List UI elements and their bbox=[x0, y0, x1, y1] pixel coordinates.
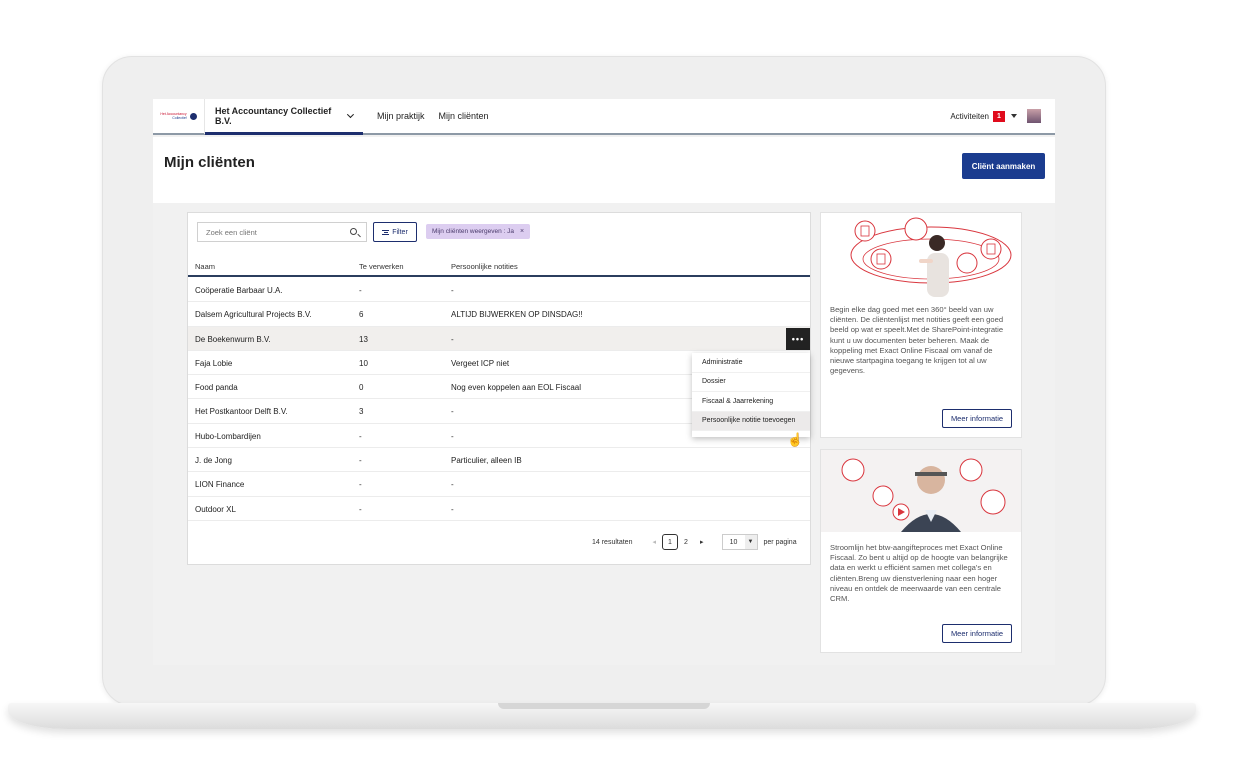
per-page-select[interactable]: 10 ▼ bbox=[721, 534, 758, 550]
pagination: 14 resultaten ◂ 1 2 ▸ 10 ▼ per pagina bbox=[592, 534, 797, 550]
client-todo-count: - bbox=[359, 456, 362, 466]
caret-down-icon bbox=[1011, 114, 1017, 118]
table-row[interactable]: Dalsem Agricultural Projects B.V. 6 ALTI… bbox=[188, 302, 810, 327]
page-title-strong: cliënten bbox=[198, 154, 255, 171]
table-row[interactable]: Coöperatie Barbaar U.A. - - bbox=[188, 278, 810, 303]
page-2-button[interactable]: 2 bbox=[678, 534, 694, 550]
client-name[interactable]: Outdoor XL bbox=[195, 505, 236, 514]
client-name[interactable]: Food panda bbox=[195, 383, 238, 392]
promo-clientlist-text: Begin elke dag goed met een 360° beeld v… bbox=[830, 305, 1004, 376]
nav-mijn-clienten[interactable]: Mijn cliënten bbox=[439, 111, 489, 121]
activities-menu[interactable]: Activiteiten 1 bbox=[950, 109, 1041, 123]
logo-line-2: Collectief bbox=[172, 116, 187, 120]
client-note: Particulier, alleen IB bbox=[451, 456, 522, 466]
page-title-prefix: Mijn bbox=[164, 154, 199, 171]
client-name[interactable]: J. de Jong bbox=[195, 456, 232, 465]
filter-icon bbox=[382, 229, 390, 235]
client-name[interactable]: Dalsem Agricultural Projects B.V. bbox=[195, 310, 312, 319]
client-todo-count: 13 bbox=[359, 334, 368, 344]
menu-item-fiscaal-jaarrekening[interactable]: Fiscaal & Jaarrekening bbox=[692, 392, 810, 412]
page-header: Mijn cliënten Cliënt aanmaken bbox=[153, 137, 1055, 203]
client-name[interactable]: Coöperatie Barbaar U.A. bbox=[195, 286, 283, 295]
table-row[interactable]: LION Finance - - bbox=[188, 472, 810, 497]
client-note: Vergeet ICP niet bbox=[451, 358, 510, 368]
company-logo[interactable]: Het Accountancy Collectief bbox=[153, 99, 205, 134]
client-todo-count: - bbox=[359, 286, 362, 295]
nav-mijn-praktijk[interactable]: Mijn praktijk bbox=[377, 111, 425, 121]
laptop-base bbox=[8, 703, 1196, 729]
client-note: - bbox=[451, 480, 454, 490]
client-note: ALTIJD BIJWERKEN OP DINSDAG!! bbox=[451, 310, 583, 320]
chevron-down-icon bbox=[347, 110, 355, 118]
activities-count-badge: 1 bbox=[993, 110, 1005, 122]
next-page-icon[interactable]: ▸ bbox=[700, 538, 704, 546]
more-info-button[interactable]: Meer informatie bbox=[942, 624, 1012, 643]
activities-label: Activiteiten bbox=[950, 111, 989, 121]
table-row[interactable]: Outdoor XL - - bbox=[188, 497, 810, 521]
column-header-todo[interactable]: Te verwerken bbox=[359, 262, 404, 271]
promo-illustration-woman bbox=[850, 217, 1012, 297]
client-todo-count: 0 bbox=[359, 383, 364, 393]
client-note: - bbox=[451, 504, 454, 514]
filter-button[interactable]: Filter bbox=[373, 222, 417, 242]
promo-card-btw: Stroomlijn het btw-aangifteproces met Ex… bbox=[820, 449, 1022, 653]
more-info-button[interactable]: Meer informatie bbox=[942, 409, 1012, 428]
client-todo-count: 10 bbox=[359, 358, 368, 368]
client-name[interactable]: Faja Lobie bbox=[195, 359, 232, 368]
caret-down-icon: ▼ bbox=[744, 535, 757, 549]
table-header: Naam Te verwerken Persoonlijke notities bbox=[188, 256, 810, 277]
client-note: - bbox=[451, 286, 454, 295]
close-icon[interactable]: × bbox=[520, 228, 524, 235]
logo-mark-icon bbox=[189, 112, 197, 120]
client-name[interactable]: De Boekenwurm B.V. bbox=[195, 335, 271, 344]
menu-item-add-personal-note[interactable]: Persoonlijke notitie toevoegen bbox=[692, 411, 810, 431]
menu-item-dossier[interactable]: Dossier bbox=[692, 373, 810, 392]
client-note: - bbox=[451, 334, 454, 344]
filter-chip-label: Mijn cliënten weergeven : Ja bbox=[432, 228, 515, 235]
client-note: - bbox=[451, 431, 454, 441]
client-note: Nog even koppelen aan EOL Fiscaal bbox=[451, 383, 582, 393]
organization-name: Het Accountancy Collectief B.V. bbox=[215, 105, 332, 126]
promo-illustration-man bbox=[821, 450, 1021, 532]
filter-label: Filter bbox=[392, 228, 408, 236]
promo-btw-text: Stroomlijn het btw-aangifteproces met Ex… bbox=[830, 543, 1008, 604]
client-name[interactable]: Het Postkantoor Delft B.V. bbox=[195, 407, 288, 416]
client-todo-count: - bbox=[359, 504, 362, 514]
organization-switcher[interactable]: Het Accountancy Collectief B.V. bbox=[205, 99, 363, 135]
promo-card-clientlist: Begin elke dag goed met een 360° beeld v… bbox=[820, 212, 1022, 438]
client-list-card: Filter Mijn cliënten weergeven : Ja × Na… bbox=[187, 212, 811, 565]
client-search-input[interactable] bbox=[197, 222, 367, 242]
previous-page-icon[interactable]: ◂ bbox=[652, 538, 656, 546]
client-note: - bbox=[451, 407, 454, 417]
client-todo-count: - bbox=[359, 480, 362, 490]
logo-wordmark: Het Accountancy Collectief bbox=[160, 112, 186, 120]
laptop-notch bbox=[498, 703, 710, 709]
column-header-name[interactable]: Naam bbox=[195, 262, 215, 271]
client-todo-count: 3 bbox=[359, 407, 364, 417]
client-todo-count: 6 bbox=[359, 310, 364, 320]
client-name[interactable]: Hubo-Lombardijen bbox=[195, 432, 261, 441]
row-actions-button[interactable]: ••• bbox=[786, 327, 810, 350]
top-navigation: Het Accountancy Collectief Het Accountan… bbox=[153, 99, 1055, 135]
column-header-notes[interactable]: Persoonlijke notities bbox=[451, 262, 518, 271]
client-name[interactable]: LION Finance bbox=[195, 480, 244, 489]
page-title: Mijn cliënten bbox=[164, 154, 255, 171]
table-row[interactable]: J. de Jong - Particulier, alleen IB bbox=[188, 448, 810, 473]
laptop-mockup: Het Accountancy Collectief Het Accountan… bbox=[0, 0, 1254, 769]
user-avatar[interactable] bbox=[1027, 109, 1041, 123]
app-screen: Het Accountancy Collectief Het Accountan… bbox=[153, 99, 1055, 665]
client-todo-count: - bbox=[359, 431, 362, 441]
create-client-button[interactable]: Cliënt aanmaken bbox=[962, 153, 1045, 179]
table-row-hovered[interactable]: De Boekenwurm B.V. 13 - ••• bbox=[188, 326, 810, 351]
menu-item-administratie[interactable]: Administratie bbox=[692, 353, 810, 373]
per-page-label: per pagina bbox=[763, 538, 797, 546]
search-icon[interactable] bbox=[350, 228, 357, 235]
page-1-button[interactable]: 1 bbox=[662, 534, 678, 550]
hand-cursor-icon: ☝ bbox=[787, 432, 804, 447]
per-page-value: 10 bbox=[729, 538, 738, 546]
row-context-menu: Administratie Dossier Fiscaal & Jaarreke… bbox=[692, 353, 810, 437]
active-filter-chip[interactable]: Mijn cliënten weergeven : Ja × bbox=[426, 224, 531, 239]
results-count: 14 resultaten bbox=[592, 538, 633, 546]
